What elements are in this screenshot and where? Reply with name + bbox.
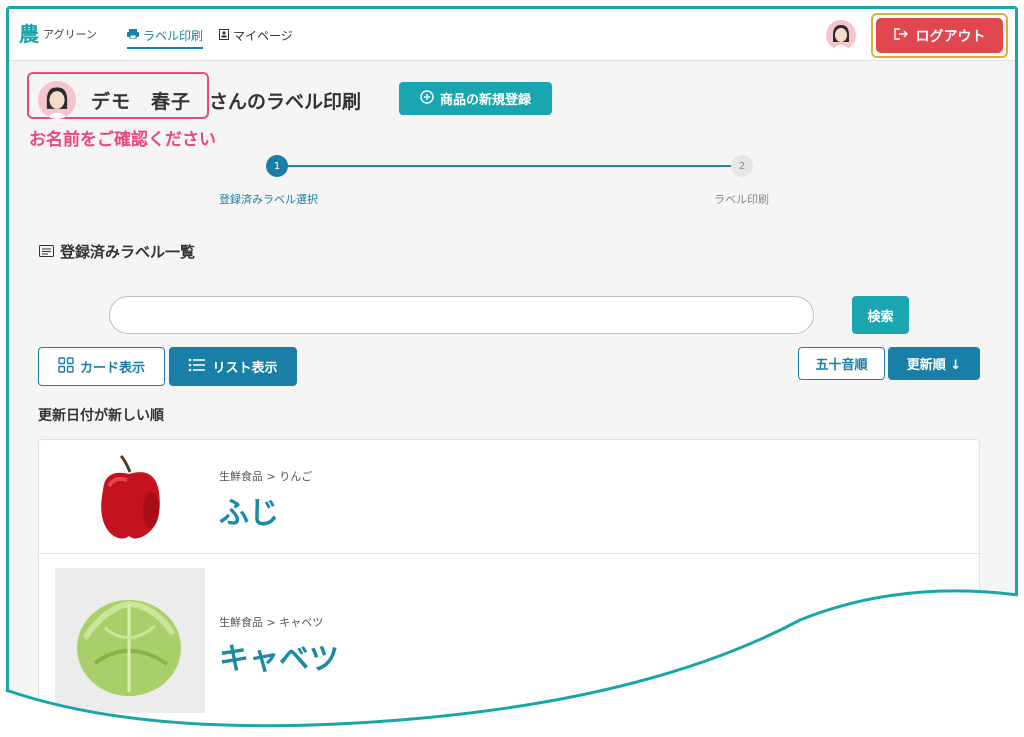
search-button[interactable]: 検索: [852, 296, 909, 334]
list-heading: 登録済みラベル一覧: [39, 241, 195, 262]
page-title-suffix: さんのラベル印刷: [209, 91, 362, 113]
user-avatar: [38, 81, 76, 119]
grid-icon: [58, 356, 74, 377]
printer-icon: [127, 29, 139, 42]
sort-updated-button[interactable]: 更新順 ↓: [888, 347, 980, 380]
app-logo[interactable]: 農 アグリーン: [19, 23, 97, 45]
user-name: デモ 春子: [91, 91, 192, 113]
product-category: 生鮮食品 > キャベツ: [219, 616, 324, 629]
search-input[interactable]: [109, 296, 814, 334]
step-2-dot: 2: [731, 155, 753, 177]
apple-image: [55, 450, 205, 545]
logout-button[interactable]: ログアウト: [876, 18, 1003, 53]
product-category: 生鮮食品 > りんご: [219, 470, 313, 483]
list-item[interactable]: 生鮮食品 > りんご ふじ: [39, 440, 979, 553]
logout-label: ログアウト: [915, 28, 986, 45]
header-avatar[interactable]: [826, 20, 856, 50]
list-item[interactable]: 生鮮食品 > キャベツ キャベツ: [39, 553, 979, 713]
card-view-label: カード表示: [79, 361, 145, 376]
logo-mark: 農: [19, 22, 39, 46]
nav-mypage[interactable]: マイページ: [219, 27, 293, 44]
logo-text: アグリーン: [43, 28, 97, 41]
step-1-label: 登録済みラベル選択: [219, 193, 318, 206]
list-view-label: リスト表示: [212, 361, 278, 376]
product-name[interactable]: ふじ: [219, 488, 279, 532]
list-icon: [188, 358, 206, 376]
new-product-button[interactable]: 商品の新規登録: [399, 82, 552, 115]
product-list: 生鮮食品 > りんご ふじ 生鮮食品 > キャベツ キャベツ: [38, 439, 980, 728]
nav-label-print-text: ラベル印刷: [143, 29, 204, 43]
plus-circle-icon: [420, 89, 434, 108]
list-doc-icon: [39, 243, 54, 261]
step-1-dot: 1: [266, 155, 288, 177]
list-view-button[interactable]: リスト表示: [169, 347, 297, 386]
id-card-icon: [219, 28, 229, 43]
step-2-label: ラベル印刷: [714, 193, 769, 206]
cabbage-image: [55, 568, 205, 713]
nav-label-print[interactable]: ラベル印刷: [127, 27, 204, 49]
top-header: 農 アグリーン ラベル印刷 マイページ ログアウト: [9, 9, 1015, 61]
logout-icon: [893, 27, 908, 44]
confirm-name-note: お名前をご確認ください: [29, 130, 216, 150]
nav-mypage-text: マイページ: [233, 29, 293, 43]
new-product-label: 商品の新規登録: [439, 93, 531, 108]
app-window: 農 アグリーン ラベル印刷 マイページ ログアウト デモ 春子 さんのラベル印刷…: [6, 6, 1018, 731]
product-name[interactable]: キャベツ: [219, 634, 339, 678]
sort-caption: 更新日付が新しい順: [38, 408, 164, 424]
stepper-line: [277, 165, 737, 167]
sort-kana-button[interactable]: 五十音順: [798, 347, 885, 380]
list-heading-text: 登録済みラベル一覧: [60, 243, 196, 261]
card-view-button[interactable]: カード表示: [38, 347, 165, 386]
